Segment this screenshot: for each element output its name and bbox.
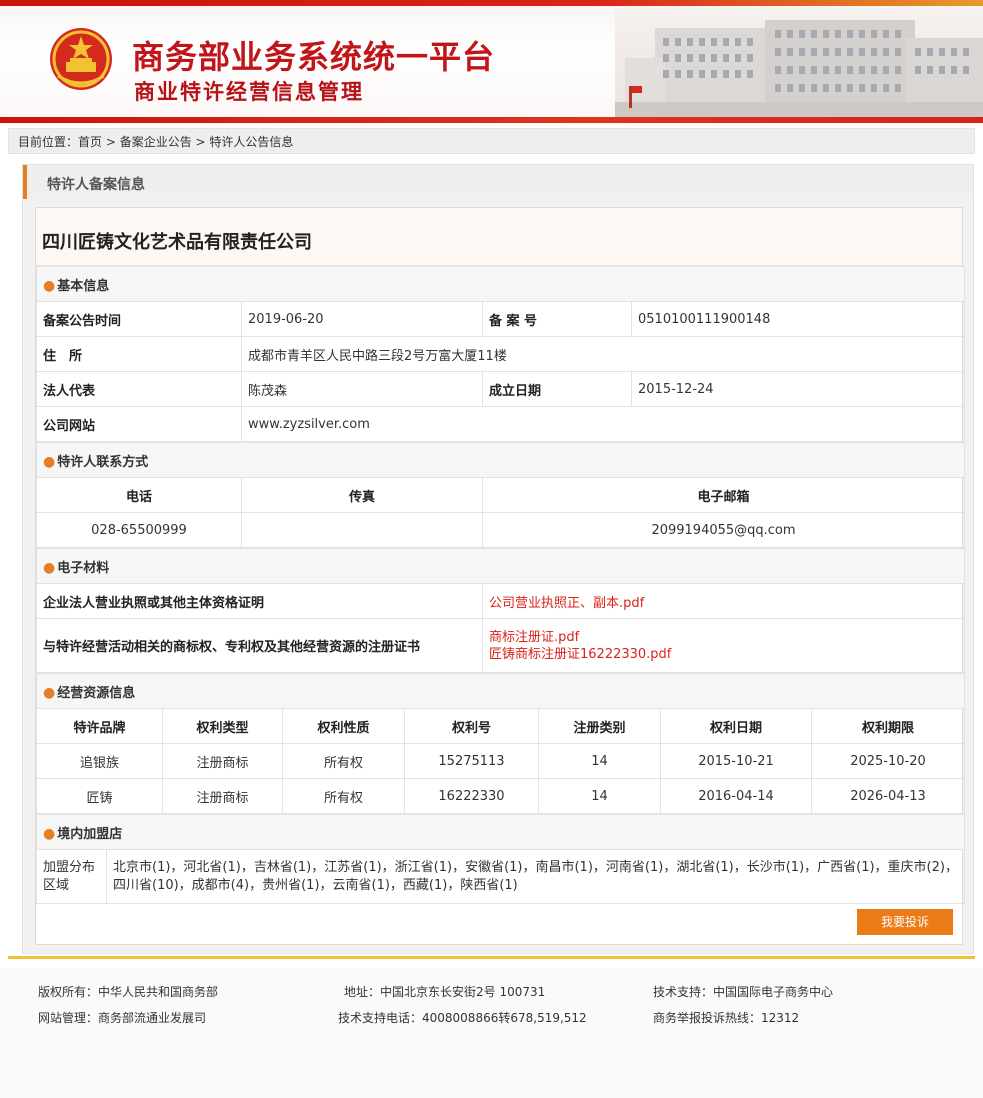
founded-value: 2015-12-24 [630, 371, 966, 407]
breadcrumb-separator: > [102, 135, 120, 149]
bullet-icon: ● [43, 559, 56, 576]
footer-tech-support: 技术支持：中国国际电子商务中心 [653, 985, 834, 999]
materials-table: ● 电子材料 企业法人营业执照或其他主体资格证明 公司营业执照正、副本.pdf 与… [35, 548, 966, 673]
store-distribution-label: 加盟分布区域 [36, 849, 107, 904]
site-footer: 版权所有：中华人民共和国商务部 地址：中国北京东长安街2号 100731 技术支… [0, 968, 983, 1098]
trademark-certificate-file-link-2[interactable]: 匠铸商标注册证16222330.pdf [489, 647, 671, 662]
table-cell: 注册商标 [162, 778, 283, 814]
legal-rep-label: 法人代表 [36, 371, 242, 407]
complain-button[interactable]: 我要投诉 [857, 909, 953, 935]
footer-address: 地址：中国北京东长安街2号 100731 [344, 985, 546, 999]
table-cell: 14 [538, 778, 661, 814]
building-image [615, 8, 983, 117]
bullet-icon: ● [43, 453, 56, 470]
table-cell: 追银族 [36, 743, 163, 779]
record-no-value: 0510100111900148 [630, 301, 966, 337]
section-stores: ● 境内加盟店 [35, 814, 966, 850]
breadcrumb-home-link[interactable]: 首页 [78, 135, 102, 149]
header-bottom-bar [0, 117, 983, 123]
platform-title: 商务部业务系统统一平台 [132, 38, 496, 76]
section-contact: ● 特许人联系方式 [35, 442, 966, 478]
filing-date-value: 2019-06-20 [241, 301, 483, 337]
section-title: 特许人联系方式 [57, 454, 149, 470]
table-cell: 2025-10-20 [810, 743, 966, 779]
bullet-icon: ● [43, 684, 56, 701]
resources-table: ● 经营资源信息 特许品牌 权利类型 权利性质 权利号 注册类别 权利日期 权利期… [35, 673, 966, 814]
column-header: 权利期限 [810, 708, 966, 744]
table-cell: 2026-04-13 [810, 778, 966, 814]
company-name: 四川匠铸文化艺术品有限责任公司 [36, 208, 962, 266]
footer-copyright: 版权所有：中华人民共和国商务部 [38, 985, 219, 999]
table-cell: 注册商标 [162, 743, 283, 779]
footer-hotline: 商务举报投诉热线：12312 [653, 1011, 800, 1025]
table-row: 追银族 注册商标 所有权 15275113 14 2015-10-21 2025… [36, 743, 966, 779]
table-cell: 14 [538, 743, 661, 779]
website-label: 公司网站 [36, 406, 242, 442]
franchisor-info-panel: 特许人备案信息 四川匠铸文化艺术品有限责任公司 ● 基本信息 备案公告时间 201… [22, 164, 974, 954]
section-resources: ● 经营资源信息 [35, 673, 966, 709]
business-license-label: 企业法人营业执照或其他主体资格证明 [36, 583, 483, 619]
founded-label: 成立日期 [482, 371, 632, 407]
filing-date-label: 备案公告时间 [36, 301, 242, 337]
section-title: 境内加盟店 [57, 826, 123, 842]
footer-divider [8, 956, 975, 959]
address-value: 成都市青羊区人民中路三段2号万富大厦11楼 [240, 336, 966, 372]
national-emblem-icon [50, 28, 112, 90]
column-header: 权利日期 [660, 708, 812, 744]
bullet-icon: ● [43, 825, 56, 842]
site-header: 商务部业务系统统一平台 商业特许经营信息管理 [0, 0, 983, 124]
column-header: 权利号 [404, 708, 539, 744]
table-cell: 所有权 [282, 743, 405, 779]
header-top-bar [0, 0, 983, 6]
store-distribution-value: 北京市(1)，河北省(1)，吉林省(1)，江苏省(1)，浙江省(1)，安徽省(1… [105, 849, 966, 904]
table-cell: 2016-04-14 [660, 778, 812, 814]
footer-site-admin: 网站管理：商务部流通业发展司 [38, 1011, 207, 1025]
table-cell: 2015-10-21 [660, 743, 812, 779]
record-no-label: 备 案 号 [482, 301, 632, 337]
table-cell: 15275113 [404, 743, 539, 779]
section-basic-info: ● 基本信息 [35, 266, 966, 302]
phone-header: 电话 [36, 477, 242, 513]
stores-table: ● 境内加盟店 加盟分布区域 北京市(1)，河北省(1)，吉林省(1)，江苏省(1… [35, 814, 966, 904]
trademark-certificate-label: 与特许经营活动相关的商标权、专利权及其他经营资源的注册证书 [36, 618, 483, 673]
contact-table: ● 特许人联系方式 电话 传真 电子邮箱 028-65500999 2099194… [35, 442, 966, 548]
breadcrumb: 目前位置：首页 > 备案企业公告 > 特许人公告信息 [8, 128, 975, 154]
fax-value [241, 512, 483, 548]
website-value: www.zyzsilver.com [240, 406, 966, 442]
panel-title: 特许人备案信息 [23, 165, 973, 199]
breadcrumb-separator: > [191, 135, 210, 149]
footer-tech-phone: 技术支持电话：4008008866转678,519,512 [338, 1011, 587, 1025]
table-cell: 匠铸 [36, 778, 163, 814]
section-title: 基本信息 [57, 278, 110, 294]
email-value: 2099194055@qq.com [481, 512, 966, 548]
legal-rep-value: 陈茂森 [241, 371, 483, 407]
breadcrumb-current: 特许人公告信息 [209, 135, 294, 149]
section-title: 经营资源信息 [57, 685, 136, 701]
column-header: 特许品牌 [36, 708, 163, 744]
column-header: 权利类型 [162, 708, 283, 744]
basic-info-table: ● 基本信息 备案公告时间 2019-06-20 备 案 号 0510100111… [35, 266, 966, 442]
business-license-file-link[interactable]: 公司营业执照正、副本.pdf [489, 596, 644, 611]
table-row: 匠铸 注册商标 所有权 16222330 14 2016-04-14 2026-… [36, 778, 966, 814]
breadcrumb-announcements-link[interactable]: 备案企业公告 [120, 135, 192, 149]
section-title: 电子材料 [57, 560, 110, 576]
phone-value: 028-65500999 [36, 512, 242, 548]
section-materials: ● 电子材料 [35, 548, 966, 584]
breadcrumb-prefix: 目前位置： [18, 135, 79, 149]
fax-header: 传真 [241, 477, 483, 513]
trademark-certificate-file-link[interactable]: 商标注册证.pdf [489, 630, 579, 645]
bullet-icon: ● [43, 277, 56, 294]
column-header: 注册类别 [538, 708, 661, 744]
table-cell: 16222330 [404, 778, 539, 814]
panel-content: 四川匠铸文化艺术品有限责任公司 ● 基本信息 备案公告时间 2019-06-20 … [35, 207, 966, 945]
email-header: 电子邮箱 [481, 477, 966, 513]
column-header: 权利性质 [282, 708, 405, 744]
table-cell: 所有权 [282, 778, 405, 814]
address-label: 住 所 [36, 336, 242, 372]
platform-subtitle: 商业特许经营信息管理 [134, 79, 364, 104]
